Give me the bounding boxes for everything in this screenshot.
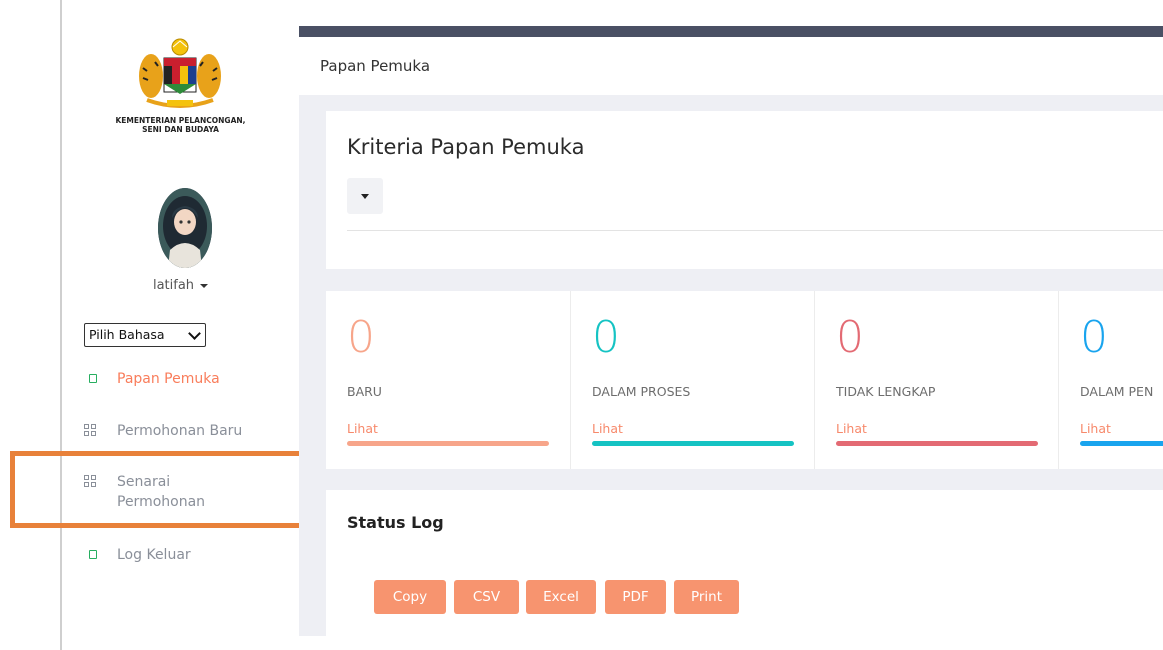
- stat-link-lihat[interactable]: Lihat: [1080, 421, 1111, 436]
- divider: [347, 230, 1163, 231]
- excel-button[interactable]: Excel: [526, 580, 596, 614]
- sidebar-item-label: Permohonan Baru: [117, 423, 243, 439]
- stat-value: 0: [592, 312, 620, 363]
- sidebar-item-label: Log Keluar: [117, 547, 191, 563]
- copy-button[interactable]: Copy: [374, 580, 446, 614]
- ministry-name: KEMENTERIAN PELANCONGAN, SENI DAN BUDAYA: [62, 116, 299, 134]
- page-title: Papan Pemuka: [320, 57, 431, 75]
- stat-value: 0: [836, 312, 864, 363]
- language-select-value: Pilih Bahasa: [89, 327, 165, 342]
- square-icon: [89, 374, 97, 383]
- avatar: [158, 188, 212, 268]
- ministry-line2: SENI DAN BUDAYA: [142, 125, 219, 134]
- page-header: Papan Pemuka: [299, 37, 1163, 95]
- language-select[interactable]: Pilih Bahasa: [84, 323, 206, 347]
- main-content: Papan Pemuka Kriteria Papan Pemuka 0 BAR…: [299, 26, 1163, 636]
- stat-value: 0: [347, 312, 375, 363]
- annotation-highlight-box: [10, 451, 316, 528]
- stat-label: DALAM PEN: [1080, 384, 1154, 399]
- stat-link-lihat[interactable]: Lihat: [836, 421, 867, 436]
- stat-bar: [592, 441, 794, 446]
- grid-icon: [84, 424, 97, 437]
- stat-dalam-proses: 0 DALAM PROSES Lihat: [571, 291, 815, 469]
- stat-bar: [1080, 441, 1163, 446]
- username: latifah: [152, 278, 195, 293]
- caret-down-icon: [361, 194, 369, 199]
- stat-label: BARU: [347, 384, 382, 399]
- print-button[interactable]: Print: [674, 580, 739, 614]
- pdf-button[interactable]: PDF: [605, 580, 666, 614]
- top-bar: [299, 26, 1163, 37]
- criteria-title: Kriteria Papan Pemuka: [347, 135, 585, 159]
- stat-tidak-lengkap: 0 TIDAK LENGKAP Lihat: [815, 291, 1059, 469]
- stats-card: 0 BARU Lihat 0 DALAM PROSES Lihat 0 TIDA…: [326, 291, 1163, 469]
- caret-down-icon: [200, 283, 209, 288]
- stat-baru: 0 BARU Lihat: [326, 291, 570, 469]
- sidebar-item-label: Papan Pemuka: [117, 371, 220, 387]
- criteria-dropdown-button[interactable]: [347, 178, 383, 214]
- square-icon: [89, 550, 97, 559]
- stat-label: TIDAK LENGKAP: [836, 384, 936, 399]
- status-log-card: Status Log Copy CSV Excel PDF Print: [326, 490, 1163, 636]
- ministry-line1: KEMENTERIAN PELANCONGAN,: [115, 116, 246, 125]
- stat-link-lihat[interactable]: Lihat: [592, 421, 623, 436]
- stat-label: DALAM PROSES: [592, 384, 691, 399]
- stat-bar: [836, 441, 1038, 446]
- stat-value: 0: [1080, 312, 1108, 363]
- csv-button[interactable]: CSV: [454, 580, 519, 614]
- chevron-down-icon: [188, 327, 201, 340]
- stat-link-lihat[interactable]: Lihat: [347, 421, 378, 436]
- criteria-card: Kriteria Papan Pemuka: [326, 111, 1163, 269]
- stat-dalam-pen: 0 DALAM PEN Lihat: [1059, 291, 1163, 469]
- stat-bar: [347, 441, 549, 446]
- coat-of-arms-logo: [139, 38, 221, 108]
- status-log-title: Status Log: [347, 513, 444, 532]
- sidebar: KEMENTERIAN PELANCONGAN, SENI DAN BUDAYA…: [62, 0, 299, 650]
- user-menu[interactable]: latifah: [62, 278, 299, 293]
